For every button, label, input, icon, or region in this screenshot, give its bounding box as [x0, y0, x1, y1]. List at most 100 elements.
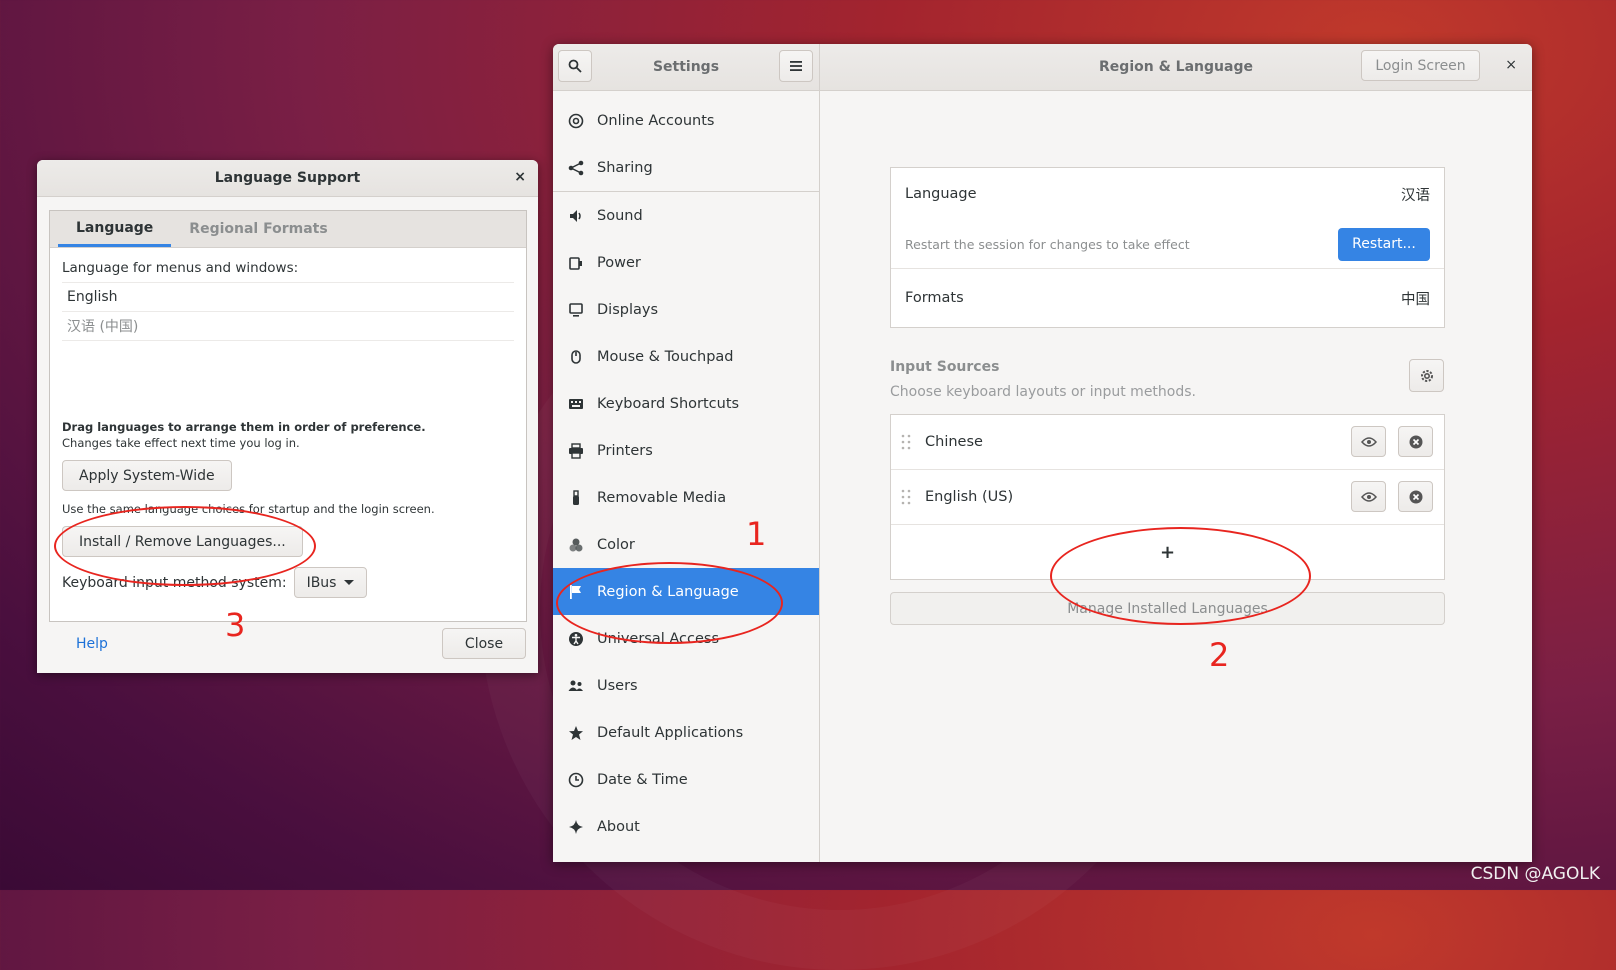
usb-icon — [567, 489, 585, 507]
users-icon — [567, 677, 585, 695]
remove-button[interactable] — [1398, 426, 1433, 457]
sidebar-list: Online Accounts Sharing Sound Power Displays… — [553, 97, 819, 850]
login-screen-button[interactable]: Login Screen — [1361, 50, 1480, 81]
sidebar-item-label: Power — [597, 254, 641, 271]
page-title: Region & Language — [1099, 59, 1253, 75]
hamburger-icon — [790, 61, 802, 71]
tab-bar: Language Regional Formats — [50, 211, 526, 248]
language-support-titlebar: Language Support × — [37, 160, 538, 197]
sparkle-icon — [567, 818, 585, 836]
sidebar-item-displays[interactable]: Displays — [553, 286, 819, 333]
drag-handle-icon[interactable] — [901, 434, 911, 450]
preview-button[interactable] — [1351, 481, 1386, 512]
chevron-down-icon — [344, 580, 355, 585]
annotation-number-1: 1 — [746, 515, 767, 553]
annotation-ring-2 — [1050, 527, 1311, 625]
sidebar-item-printers[interactable]: Printers — [553, 427, 819, 474]
input-source-name: Chinese — [925, 434, 983, 450]
eye-icon — [1360, 491, 1377, 502]
tab-language[interactable]: Language — [58, 211, 172, 247]
sidebar-item-label: Keyboard Shortcuts — [597, 395, 740, 412]
sidebar-item-default-applications[interactable]: Default Applications — [553, 709, 819, 756]
input-source-name: English (US) — [925, 489, 1014, 505]
eye-icon — [1360, 436, 1377, 447]
close-icon[interactable]: × — [514, 169, 526, 185]
restart-button[interactable]: Restart... — [1338, 227, 1430, 261]
star-icon — [567, 724, 585, 742]
sidebar-item-online-accounts[interactable]: Online Accounts — [553, 97, 819, 144]
language-label: Language — [905, 186, 977, 202]
settings-window: Settings Region & Language Login Screen … — [553, 44, 1532, 862]
sidebar-item-users[interactable]: Users — [553, 662, 819, 709]
sidebar-item-sound[interactable]: Sound — [553, 192, 819, 239]
sidebar-item-label: Printers — [597, 442, 653, 459]
input-options-button[interactable] — [1409, 359, 1444, 392]
input-sources-title: Input Sources — [890, 359, 1000, 375]
sidebar-item-keyboard-shortcuts[interactable]: Keyboard Shortcuts — [553, 380, 819, 427]
keyboard-icon — [567, 395, 585, 413]
sidebar-item-label: Date & Time — [597, 771, 688, 788]
menu-button[interactable] — [779, 50, 813, 82]
sidebar-item-label: About — [597, 818, 640, 835]
formats-value: 中国 — [1401, 291, 1430, 308]
sidebar-item-power[interactable]: Power — [553, 239, 819, 286]
drag-hint: Drag languages to arrange them in order … — [62, 420, 426, 434]
language-list: English 汉语 (中国) — [62, 282, 514, 341]
formats-label: Formats — [905, 290, 964, 306]
sidebar-item-label: Mouse & Touchpad — [597, 348, 734, 365]
sidebar-item-sharing[interactable]: Sharing — [553, 144, 819, 191]
sidebar-item-label: Online Accounts — [597, 112, 715, 129]
apply-system-wide-button[interactable]: Apply System-Wide — [62, 460, 232, 491]
gear-icon — [1420, 369, 1433, 382]
sidebar-item-label: Displays — [597, 301, 659, 318]
page-header: Region & Language Login Screen × — [820, 44, 1532, 90]
sidebar-item-label: Sound — [597, 207, 643, 224]
sidebar-item-removable-media[interactable]: Removable Media — [553, 474, 819, 521]
list-item[interactable]: 汉语 (中国) — [62, 311, 514, 341]
language-support-window: Language Support × Language Regional For… — [37, 160, 538, 673]
list-item[interactable]: English — [62, 282, 514, 311]
printer-icon — [567, 442, 585, 460]
preview-button[interactable] — [1351, 426, 1386, 457]
sidebar-item-mouse-touchpad[interactable]: Mouse & Touchpad — [553, 333, 819, 380]
help-link[interactable]: Help — [76, 636, 108, 652]
list-item[interactable]: Chinese — [891, 415, 1444, 470]
formats-row[interactable]: Formats 中国 — [891, 269, 1444, 327]
accessibility-icon — [567, 630, 585, 648]
sidebar-item-label: Removable Media — [597, 489, 727, 506]
sidebar-item-label: Default Applications — [597, 724, 744, 741]
input-method-dropdown[interactable]: IBus — [293, 567, 368, 598]
close-button[interactable]: Close — [442, 628, 526, 659]
share-icon — [567, 159, 585, 177]
language-row[interactable]: Language 汉语 — [891, 168, 1444, 220]
list-item[interactable]: English (US) — [891, 470, 1444, 525]
sidebar-header: Settings — [553, 44, 820, 90]
effect-hint: Changes take effect next time you log in… — [62, 436, 300, 450]
sidebar-item-about[interactable]: About — [553, 803, 819, 850]
sidebar-item-label: Users — [597, 677, 638, 694]
annotation-number-2: 2 — [1209, 636, 1230, 674]
tab-regional-formats[interactable]: Regional Formats — [171, 211, 345, 247]
settings-title: Settings — [652, 59, 720, 75]
region-language-panel: Language 汉语 Restart the session for chan… — [820, 91, 1532, 862]
input-sources-subtitle: Choose keyboard layouts or input methods… — [890, 384, 1196, 400]
power-icon — [567, 254, 585, 272]
sidebar-item-label: Sharing — [597, 159, 653, 176]
settings-headerbar: Settings Region & Language Login Screen … — [553, 44, 1532, 91]
at-icon — [567, 112, 585, 130]
close-icon[interactable]: × — [1505, 57, 1517, 73]
display-icon — [567, 301, 585, 319]
sidebar-item-date-time[interactable]: Date & Time — [553, 756, 819, 803]
speaker-icon — [567, 207, 585, 225]
drag-handle-icon[interactable] — [901, 489, 911, 505]
restart-hint: Restart the session for changes to take … — [905, 236, 1190, 252]
search-button[interactable] — [558, 50, 592, 82]
language-support-title: Language Support — [214, 170, 361, 186]
input-method-value: IBus — [306, 574, 337, 591]
annotation-number-3: 3 — [225, 606, 246, 644]
remove-button[interactable] — [1398, 481, 1433, 512]
language-value: 汉语 — [1401, 187, 1430, 204]
mouse-icon — [567, 348, 585, 366]
sidebar-item-color[interactable]: Color — [553, 521, 819, 568]
color-icon — [567, 536, 585, 554]
